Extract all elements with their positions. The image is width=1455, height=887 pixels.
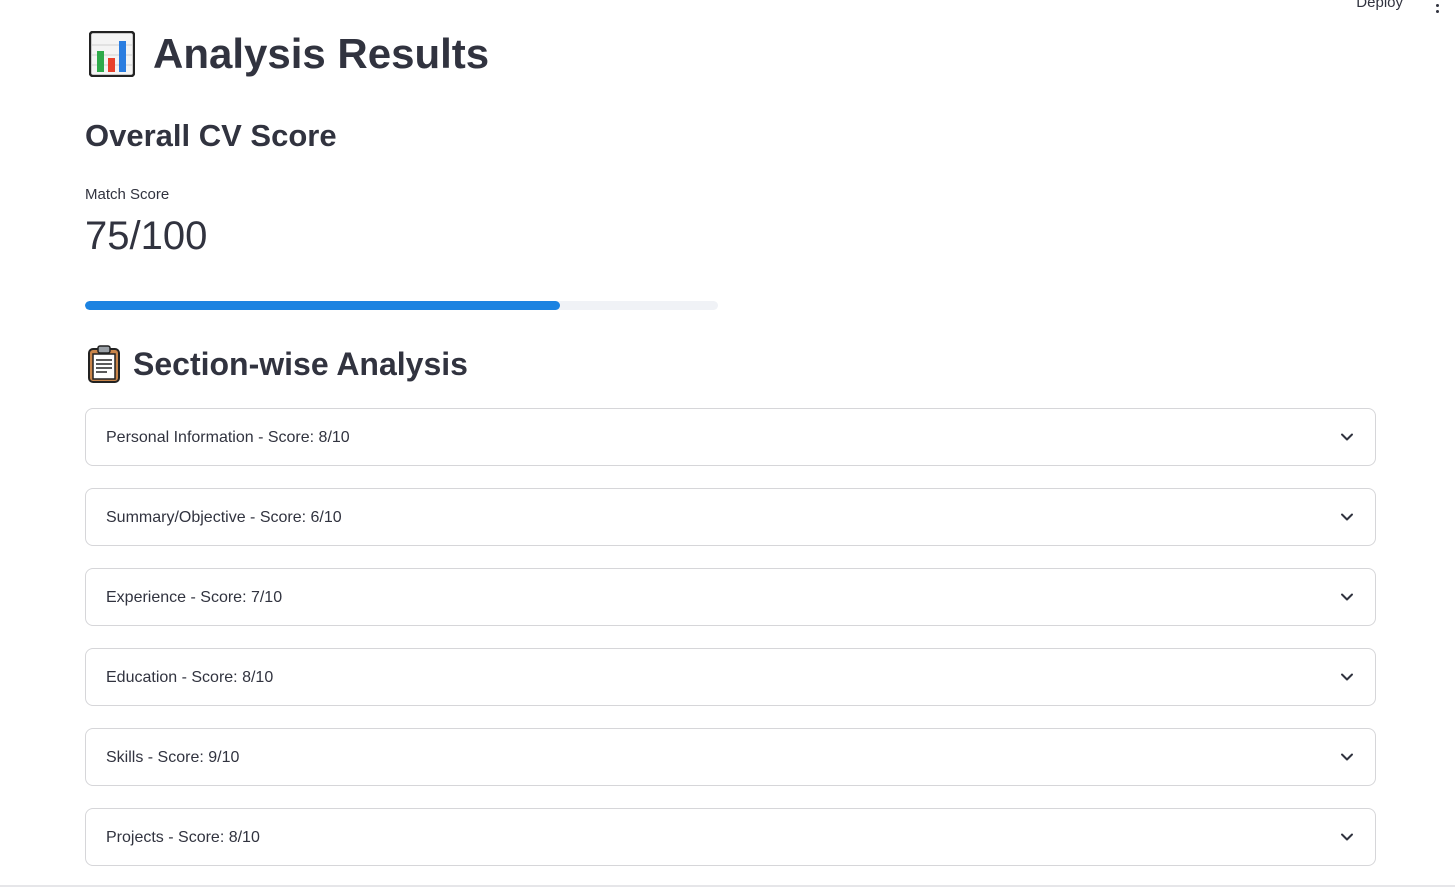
chevron-down-icon <box>1341 833 1353 841</box>
metric-label: Match Score <box>85 186 170 203</box>
expander-label: Education - Score: 8/10 <box>106 669 274 686</box>
page-title-text: Analysis Results <box>153 30 490 77</box>
expander-summary-objective[interactable]: Summary/Objective - Score: 6/10 <box>85 488 1376 546</box>
chevron-down-icon <box>1341 433 1353 441</box>
app-page: Deploy Analysis Results Overall CV Score… <box>0 0 1455 887</box>
chevron-down-icon <box>1341 753 1353 761</box>
page-title: Analysis Results <box>89 30 489 78</box>
expander-label: Personal Information - Score: 8/10 <box>106 429 350 446</box>
chevron-down-icon <box>1341 673 1353 681</box>
expander-label: Experience - Score: 7/10 <box>106 589 283 606</box>
bar-chart-emoji-icon <box>89 31 135 77</box>
chevron-down-icon <box>1341 513 1353 521</box>
expander-projects[interactable]: Projects - Score: 8/10 <box>85 808 1376 866</box>
expander-personal-information[interactable]: Personal Information - Score: 8/10 <box>85 408 1376 466</box>
main-menu-button[interactable] <box>1429 0 1445 17</box>
metric-value: 75/100 <box>85 214 208 258</box>
expander-label: Projects - Score: 8/10 <box>106 829 260 846</box>
expander-education[interactable]: Education - Score: 8/10 <box>85 648 1376 706</box>
top-toolbar: Deploy <box>1255 0 1455 20</box>
match-score-progress-bar <box>85 301 718 310</box>
expander-experience[interactable]: Experience - Score: 7/10 <box>85 568 1376 626</box>
section-analysis-heading-text: Section-wise Analysis <box>133 345 468 382</box>
expander-label: Skills - Score: 9/10 <box>106 749 240 766</box>
more-vertical-icon-dot <box>1435 10 1439 13</box>
section-analysis-heading: Section-wise Analysis <box>87 344 468 384</box>
clipboard-emoji-icon <box>88 345 120 383</box>
expander-label: Summary/Objective - Score: 6/10 <box>106 509 342 526</box>
more-vertical-icon <box>1435 4 1439 7</box>
deploy-button[interactable]: Deploy <box>1356 0 1403 11</box>
chevron-down-icon <box>1341 593 1353 601</box>
expander-skills[interactable]: Skills - Score: 9/10 <box>85 728 1376 786</box>
overall-score-heading: Overall CV Score <box>85 118 337 153</box>
progress-bar-fill <box>85 301 560 310</box>
